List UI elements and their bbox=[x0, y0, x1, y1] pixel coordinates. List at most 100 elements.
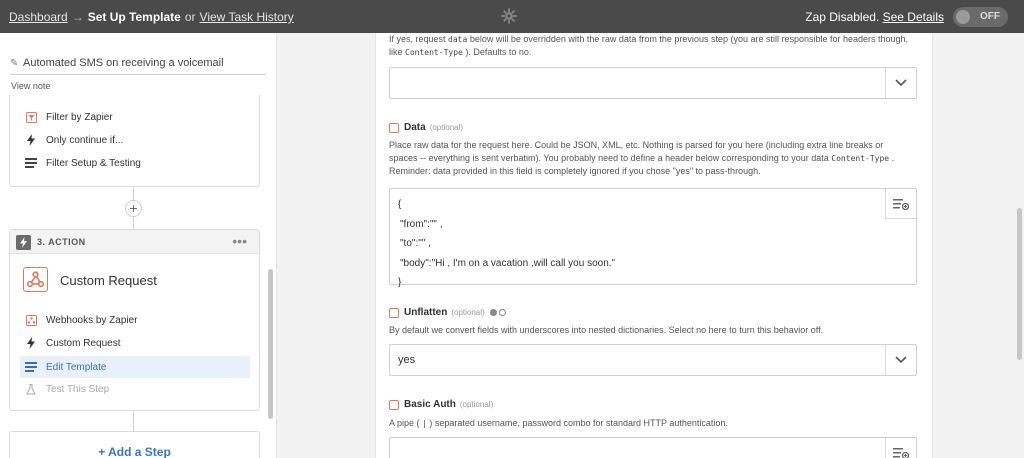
bolt-icon bbox=[24, 337, 38, 349]
zap-toggle[interactable]: OFF bbox=[953, 7, 1008, 27]
data-textarea[interactable]: { "from":"" , "to":"" , "body":"Hi , I'm… bbox=[389, 188, 917, 288]
webhook-icon bbox=[389, 399, 399, 410]
sidebar-item-edit-template[interactable]: Edit Template bbox=[20, 356, 250, 378]
sidebar-item-filter-by-zapier[interactable]: Filter by Zapier bbox=[24, 109, 113, 125]
basic-auth-description: A pipe ( | ) separated username, passwor… bbox=[389, 417, 909, 430]
insert-field-icon[interactable] bbox=[885, 438, 916, 458]
desc-text: ) separated username, password combo for… bbox=[429, 418, 728, 428]
optional-tag: (optional) bbox=[451, 308, 485, 317]
chevron-down-icon[interactable] bbox=[885, 345, 916, 375]
connector-line bbox=[133, 411, 134, 431]
gear-icon[interactable] bbox=[500, 7, 518, 25]
desc-text: A pipe ( bbox=[389, 418, 420, 428]
sidebar-item-label: Test This Step bbox=[46, 383, 110, 395]
data-field-description: Place raw data for the request here. Cou… bbox=[389, 139, 909, 178]
chevron-down-icon[interactable] bbox=[885, 68, 916, 98]
desc-code: data bbox=[448, 35, 468, 44]
webhook-icon bbox=[24, 314, 38, 326]
view-note-link[interactable]: View note bbox=[11, 81, 50, 91]
sidebar-item-filter-setup[interactable]: Filter Setup & Testing bbox=[24, 155, 141, 171]
desc-code: Content-Type bbox=[831, 154, 890, 163]
pass-through-select[interactable] bbox=[389, 67, 917, 99]
field-title: Data bbox=[404, 122, 426, 133]
desc-text: ). Defaults to no. bbox=[465, 47, 532, 57]
basic-auth-input[interactable] bbox=[389, 437, 917, 458]
add-a-step-button[interactable]: + Add a Step bbox=[10, 445, 259, 458]
toggle-dots bbox=[489, 309, 506, 316]
data-line: "from":"" , bbox=[400, 218, 443, 230]
more-options-icon[interactable]: ••• bbox=[232, 233, 247, 249]
sidebar-item-label: Custom Request bbox=[46, 337, 121, 349]
unflatten-select[interactable]: yes bbox=[389, 344, 917, 376]
add-step-plus-button[interactable]: + bbox=[125, 200, 142, 217]
list-icon bbox=[24, 361, 38, 373]
field-title: Basic Auth bbox=[404, 399, 456, 410]
action-card-title: 3. ACTION bbox=[37, 237, 86, 247]
pass-through-description: If yes, request data below will be overr… bbox=[389, 33, 909, 59]
data-line: } bbox=[398, 277, 402, 288]
filter-step-card: Filter by Zapier Only continue if... Fil… bbox=[9, 95, 260, 187]
optional-tag: (optional) bbox=[459, 400, 494, 409]
add-step-card: + Add a Step bbox=[9, 431, 260, 458]
dot-icon bbox=[489, 309, 497, 316]
see-details-link[interactable]: See Details bbox=[883, 10, 944, 24]
dot-icon bbox=[498, 309, 506, 316]
sidebar-item-label: Only continue if... bbox=[46, 134, 124, 146]
unflatten-field-label: Unflatten (optional) bbox=[389, 307, 506, 318]
connector-line bbox=[133, 187, 134, 200]
main-scrollbar[interactable] bbox=[1017, 208, 1022, 360]
sidebar-scrollbar[interactable] bbox=[268, 269, 273, 419]
breadcrumb: Dashboard → Set Up Template or View Task His… bbox=[9, 10, 294, 24]
basic-auth-field-label: Basic Auth (optional) bbox=[389, 399, 493, 410]
field-title: Unflatten bbox=[404, 307, 448, 318]
action-app-title: Custom Request bbox=[60, 273, 157, 288]
breadcrumb-arrow: → bbox=[71, 10, 84, 24]
insert-field-icon[interactable] bbox=[885, 189, 916, 219]
editor-sidebar: ✎ Automated SMS on receiving a voicemail … bbox=[0, 33, 277, 458]
desc-code: | bbox=[422, 419, 427, 428]
action-bolt-icon bbox=[16, 235, 31, 250]
data-line: "to":"" , bbox=[400, 238, 431, 249]
or-text: or bbox=[184, 10, 196, 24]
flask-icon bbox=[24, 383, 38, 395]
status-text: Zap Disabled. bbox=[805, 10, 880, 24]
sidebar-item-only-continue[interactable]: Only continue if... bbox=[24, 132, 123, 148]
connector-line bbox=[133, 217, 134, 229]
list-icon bbox=[24, 157, 38, 169]
current-page: Set Up Template bbox=[87, 10, 181, 24]
desc-text: If yes, request bbox=[389, 34, 446, 44]
toggle-label: OFF bbox=[980, 11, 1000, 22]
sidebar-item-label: Filter Setup & Testing bbox=[46, 157, 141, 169]
zap-name-text: Automated SMS on receiving a voicemail bbox=[23, 57, 224, 69]
optional-tag: (optional) bbox=[429, 123, 464, 132]
desc-code: Content-Type bbox=[405, 48, 463, 57]
webhook-icon bbox=[389, 122, 399, 133]
select-value: yes bbox=[398, 354, 416, 366]
zap-name-field[interactable]: ✎ Automated SMS on receiving a voicemail bbox=[10, 57, 266, 75]
sidebar-item-test-step[interactable]: Test This Step bbox=[24, 381, 109, 397]
template-form: If yes, request data below will be overr… bbox=[375, 33, 933, 458]
pencil-icon: ✎ bbox=[10, 58, 19, 69]
dashboard-link[interactable]: Dashboard bbox=[9, 10, 68, 24]
webhook-app-icon bbox=[23, 267, 48, 292]
webhook-icon bbox=[389, 307, 399, 318]
action-card-header[interactable]: 3. ACTION ••• bbox=[10, 230, 259, 254]
bolt-icon bbox=[24, 134, 38, 146]
data-line: "body":"Hi , I'm on a vacation ,will cal… bbox=[400, 257, 616, 269]
desc-text: Place raw data for the request here. Cou… bbox=[389, 140, 884, 163]
data-field-label: Data (optional) bbox=[389, 122, 463, 133]
sidebar-item-label: Filter by Zapier bbox=[46, 111, 113, 123]
data-line: { bbox=[398, 199, 402, 210]
task-history-link[interactable]: View Task History bbox=[200, 10, 294, 24]
action-step-card: 3. ACTION ••• Custom Request Webhooks by… bbox=[9, 229, 260, 411]
top-bar: Dashboard → Set Up Template or View Task His… bbox=[0, 0, 1024, 33]
data-textarea-content: { "from":"" , "to":"" , "body":"Hi , I'm… bbox=[398, 195, 615, 293]
sidebar-item-label: Edit Template bbox=[46, 361, 107, 373]
toggle-knob bbox=[956, 10, 970, 24]
sidebar-item-label: Webhooks by Zapier bbox=[46, 314, 138, 326]
zap-status: Zap Disabled. See Details bbox=[805, 10, 944, 24]
unflatten-description: By default we convert fields with unders… bbox=[389, 325, 824, 335]
filter-icon bbox=[24, 111, 38, 123]
sidebar-item-custom-request[interactable]: Custom Request bbox=[24, 335, 120, 351]
sidebar-item-webhooks[interactable]: Webhooks by Zapier bbox=[24, 312, 138, 328]
